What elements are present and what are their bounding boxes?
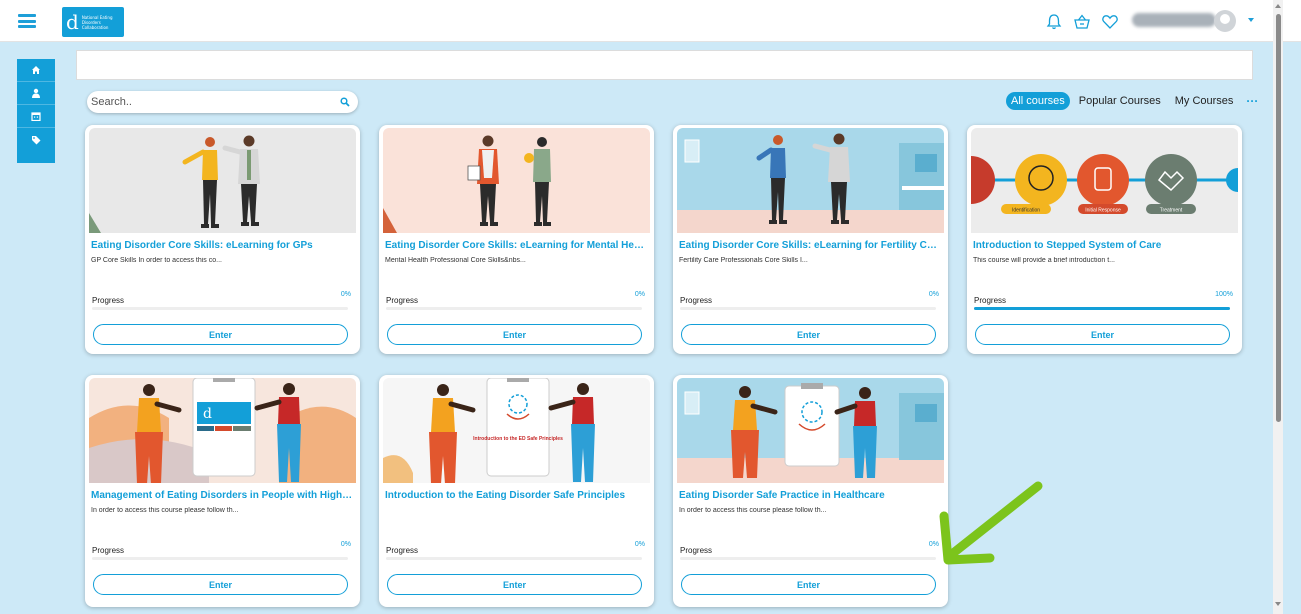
enter-button[interactable]: Enter [975,324,1230,345]
progress-bar [92,307,348,310]
course-filters: All courses Popular Courses My Courses ·… [1006,92,1258,110]
more-options-icon[interactable]: ··· [1246,94,1258,108]
course-description: Fertility Care Professionals Core Skills… [679,257,808,264]
course-image [89,128,356,233]
course-description: This course will provide a brief introdu… [973,257,1116,264]
image-label-treatment: Treatment [1160,208,1183,214]
logo-text: National Eating Disorders Collaboration [81,14,113,30]
course-card: d Management of Eating Disorders in Peop… [85,375,360,607]
heart-icon[interactable] [1101,13,1119,31]
course-image: Introduction to the ED Safe Principles [383,378,650,483]
progress-label: Progress [974,296,1007,305]
course-title[interactable]: Eating Disorder Core Skills: eLearning f… [91,240,354,251]
course-card: Eating Disorder Core Skills: eLearning f… [673,125,948,354]
course-title[interactable]: Eating Disorder Safe Practice in Healthc… [679,490,942,501]
progress-bar [92,557,348,560]
search-box[interactable] [87,91,358,113]
chevron-down-icon[interactable] [1248,18,1254,22]
progress-label: Progress [92,546,125,555]
image-course-text: Introduction to the ED Safe Principles [473,436,563,442]
image-label-initial-response: Initial Response [1085,208,1121,214]
progress-bar [680,307,936,310]
enter-button[interactable]: Enter [387,574,642,595]
progress-value: 0% [340,541,351,548]
scroll-up-arrow-icon[interactable] [1275,4,1281,8]
hamburger-menu-icon[interactable] [18,14,36,28]
progress-value: 0% [634,291,645,298]
progress-value: 0% [928,291,939,298]
sidebar-item-tags[interactable] [17,128,55,151]
user-avatar[interactable] [1214,10,1236,32]
enter-button[interactable]: Enter [93,574,348,595]
progress-fill [974,307,1230,310]
enter-button[interactable]: Enter [93,324,348,345]
course-title[interactable]: Management of Eating Disorders in People… [91,490,354,501]
home-icon [32,66,40,74]
user-icon [32,88,40,98]
course-card: Introduction to the ED Safe Principles I… [379,375,654,607]
filter-my-courses[interactable]: My Courses [1170,92,1239,110]
course-description: In order to access this course please fo… [679,507,827,514]
sidebar-item-profile[interactable] [17,82,55,105]
top-bar: d National Eating Disorders Collaboratio… [0,0,1301,42]
course-image [677,128,944,233]
course-description: In order to access this course please fo… [91,507,239,514]
progress-bar [386,557,642,560]
calendar-icon [31,112,41,121]
search-input[interactable] [91,96,340,108]
logo[interactable]: d National Eating Disorders Collaboratio… [62,7,124,37]
bell-icon[interactable] [1045,13,1063,31]
filter-popular-courses[interactable]: Popular Courses [1074,92,1166,110]
course-title[interactable]: Introduction to the Eating Disorder Safe… [385,490,648,501]
enter-button[interactable]: Enter [681,574,936,595]
scroll-down-arrow-icon[interactable] [1275,602,1281,606]
course-title[interactable]: Introduction to Stepped System of Care [973,240,1236,251]
enter-button[interactable]: Enter [681,324,936,345]
course-title[interactable]: Eating Disorder Core Skills: eLearning f… [679,240,942,251]
progress-label: Progress [386,546,419,555]
sidebar-item-home[interactable] [17,59,55,82]
progress-label: Progress [386,296,419,305]
tag-icon [32,135,41,144]
course-card: Eating Disorder Core Skills: eLearning f… [379,125,654,354]
sidebar-item-calendar[interactable] [17,105,55,128]
course-title[interactable]: Eating Disorder Core Skills: eLearning f… [385,240,648,251]
progress-bar [974,307,1230,310]
progress-label: Progress [680,296,713,305]
progress-value: 0% [340,291,351,298]
logo-letter: d [66,10,79,34]
progress-bar [680,557,936,560]
progress-label: Progress [92,296,125,305]
filter-all-courses[interactable]: All courses [1006,92,1070,110]
course-description: GP Core Skills In order to access this c… [91,257,222,264]
user-name-blurred[interactable] [1132,13,1216,27]
course-image [677,378,944,483]
course-card: Eating Disorder Core Skills: eLearning f… [85,125,360,354]
image-logo-letter: d [203,406,212,422]
course-card: Eating Disorder Safe Practice in Healthc… [673,375,948,607]
progress-value: 100% [1215,291,1233,298]
enter-button[interactable]: Enter [387,324,642,345]
sidebar [17,59,55,163]
course-card: Identification Initial Response Treatmen… [967,125,1242,354]
image-label-identification: Identification [1012,208,1040,214]
search-icon[interactable] [340,97,350,107]
course-image [383,128,650,233]
annotation-arrow-icon [939,481,1043,565]
progress-bar [386,307,642,310]
basket-icon[interactable] [1073,13,1091,31]
banner-area [76,50,1253,80]
scrollbar[interactable] [1273,0,1283,614]
scrollbar-thumb[interactable] [1276,14,1281,422]
progress-label: Progress [680,546,713,555]
course-image: d [89,378,356,483]
course-image: Identification Initial Response Treatmen… [971,128,1238,233]
progress-value: 0% [634,541,645,548]
course-description: Mental Health Professional Core Skills&n… [385,257,526,264]
